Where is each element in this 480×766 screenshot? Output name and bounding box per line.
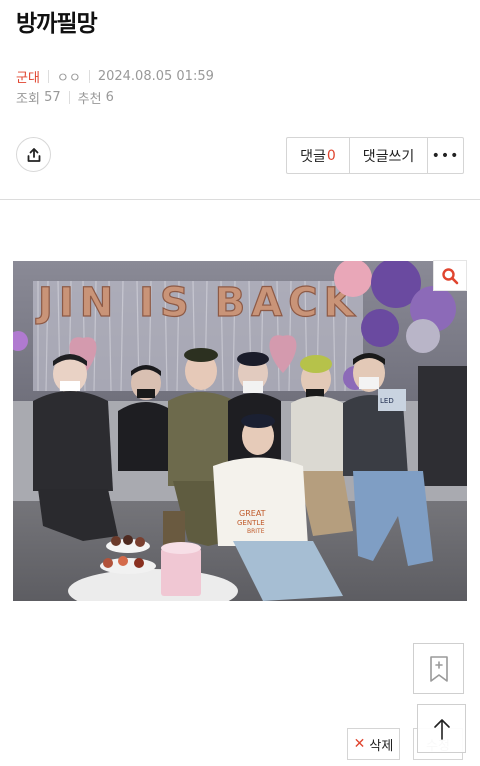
post-meta-line: 군대 ㅇㅇ 2024.08.05 01:59	[16, 67, 214, 86]
comments-count: 0	[326, 147, 336, 164]
write-comment-button[interactable]: 댓글쓰기	[350, 138, 428, 173]
meta-divider	[88, 70, 90, 83]
post-photo[interactable]: JIN IS BACK GREAT GENTLE BRITE LED	[13, 261, 467, 601]
shirt-text-3: BRITE	[247, 528, 265, 535]
magnifier-icon	[442, 267, 459, 284]
delete-label: 삭제	[369, 738, 394, 754]
more-button[interactable]: •••	[428, 138, 463, 173]
delete-button[interactable]: ✕ 삭제	[347, 728, 400, 760]
post-category[interactable]: 군대	[16, 67, 40, 86]
share-icon	[27, 147, 40, 162]
comments-button[interactable]: 댓글 0	[287, 138, 350, 173]
post-title: 방까필망	[16, 11, 98, 37]
post-datetime: 2024.08.05 01:59	[97, 69, 214, 84]
scroll-top-button[interactable]	[417, 704, 466, 753]
banner-text: JIN IS BACK	[35, 280, 361, 326]
party-photo-illustration: JIN IS BACK GREAT GENTLE BRITE LED	[13, 261, 467, 601]
zoom-button[interactable]	[433, 260, 467, 291]
views-label: 조회	[16, 92, 40, 107]
comments-label: 댓글	[300, 148, 326, 165]
arrow-up-icon	[433, 718, 450, 740]
meta-divider	[68, 91, 70, 104]
shirt-text-4: LED	[380, 397, 394, 405]
recommend-count: 6	[105, 90, 114, 105]
header-divider	[0, 199, 480, 200]
post-stats-line: 조회 57 추천 6	[16, 88, 114, 107]
shirt-text-1: GREAT	[239, 509, 266, 518]
post-action-group: 댓글 0 댓글쓰기 •••	[286, 137, 464, 174]
delete-x-icon: ✕	[353, 736, 366, 752]
share-button[interactable]	[16, 137, 51, 172]
bookmark-add-button[interactable]	[413, 643, 464, 694]
recommend-label: 추천	[77, 92, 102, 107]
shirt-text-2: GENTLE	[237, 519, 265, 527]
bookmark-plus-icon	[429, 655, 448, 682]
views-count: 57	[44, 90, 61, 105]
post-author[interactable]: ㅇㅇ	[57, 67, 81, 86]
meta-divider	[47, 70, 49, 83]
